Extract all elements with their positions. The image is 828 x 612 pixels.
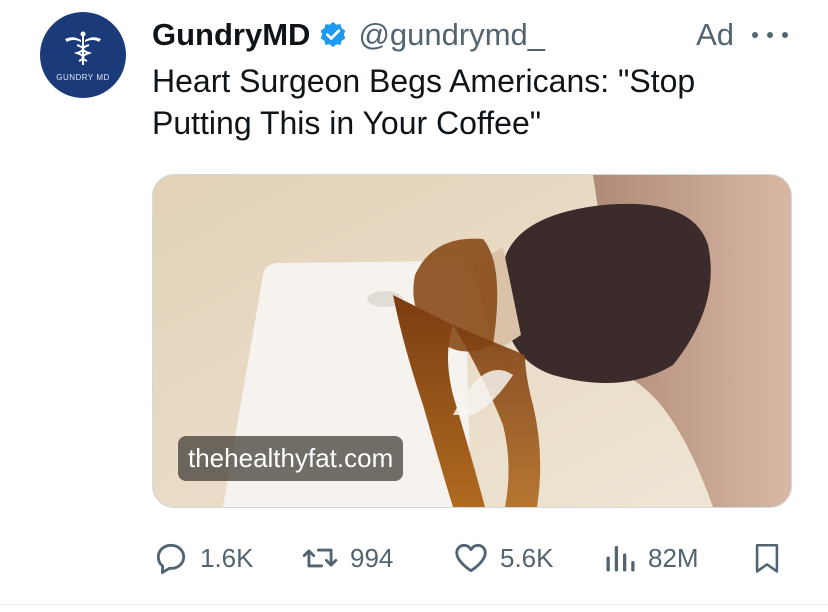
action-bar: 1.6K 994 5.6K 82M [152, 530, 792, 586]
repost-count: 994 [350, 542, 394, 573]
more-icon[interactable] [752, 30, 788, 40]
tweet-text: Heart Surgeon Begs Americans: "Stop Putt… [152, 63, 696, 141]
views-button[interactable]: 82M [602, 530, 699, 586]
verified-badge-icon [318, 20, 348, 50]
avatar-brand-text: GUNDRY MD [56, 72, 110, 82]
like-icon [455, 543, 487, 573]
repost-button[interactable]: 994 [300, 530, 393, 586]
avatar[interactable]: GUNDRY MD [40, 12, 126, 98]
repost-icon [302, 548, 338, 568]
caduceus-logo-icon [65, 31, 101, 65]
tweet-header: GundryMD @gundrymd_ Ad [152, 14, 788, 56]
bookmark-icon [755, 543, 779, 573]
like-button[interactable]: 5.6K [452, 530, 554, 586]
views-icon [606, 546, 635, 572]
handle[interactable]: @gundrymd_ [358, 17, 545, 53]
reply-button[interactable]: 1.6K [152, 530, 254, 586]
ad-label: Ad [696, 17, 734, 52]
header-right: Ad [696, 17, 788, 53]
reply-icon [156, 543, 186, 574]
reply-count: 1.6K [200, 542, 254, 573]
bottom-divider [0, 604, 828, 605]
bookmark-button[interactable] [750, 530, 784, 586]
display-name[interactable]: GundryMD [152, 17, 310, 53]
like-count: 5.6K [500, 542, 554, 573]
media-link-label[interactable]: thehealthyfat.com [178, 436, 404, 481]
views-count: 82M [648, 542, 699, 573]
